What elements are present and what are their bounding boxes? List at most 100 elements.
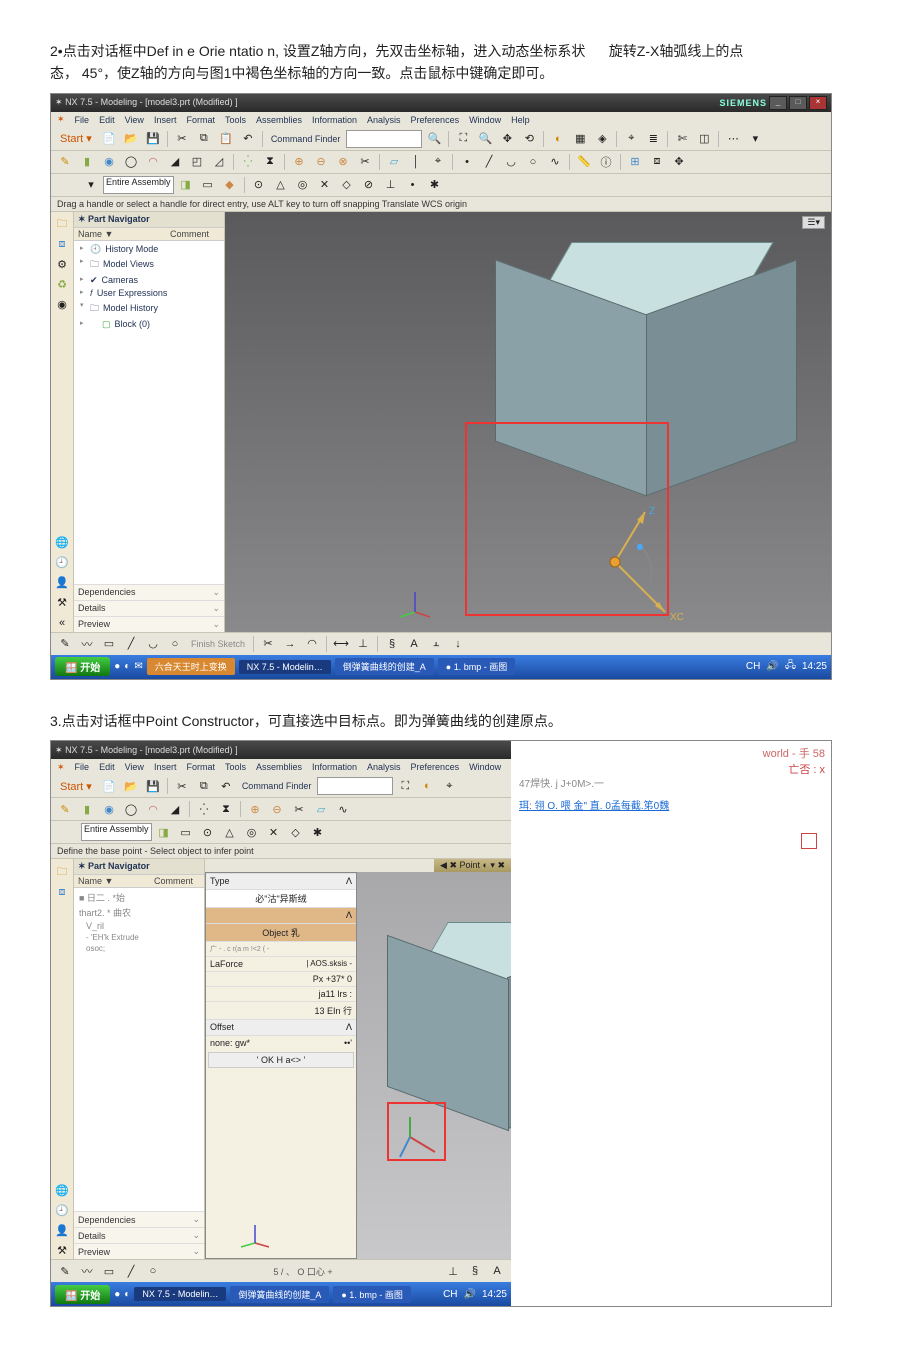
asm-add-icon[interactable]: ⊞ (625, 152, 645, 172)
text-icon[interactable]: A (404, 634, 424, 654)
sk2d-icon[interactable]: ╱ (121, 1261, 141, 1281)
menu-assemblies[interactable]: Assemblies (256, 115, 302, 125)
menu2-tools[interactable]: Tools (225, 762, 246, 772)
view-pan-icon[interactable]: ✥ (497, 129, 517, 149)
chamfer-icon[interactable]: ◢ (165, 152, 185, 172)
menu2-information[interactable]: Information (312, 762, 357, 772)
arc-icon[interactable]: ◡ (501, 152, 521, 172)
menu2-format[interactable]: Format (186, 762, 215, 772)
task2-bmp[interactable]: ● 1. bmp - 画图 (333, 1286, 410, 1303)
nav-reuse-icon[interactable]: ♻ (53, 276, 71, 294)
save2-icon[interactable]: 💾 (143, 776, 163, 796)
mirror2-icon[interactable]: ⧗ (216, 799, 236, 819)
sel-body-icon[interactable]: ◆ (220, 175, 240, 195)
tray2-lang[interactable]: CH (443, 1289, 457, 1300)
tree-model-history[interactable]: 🗀Model History (78, 300, 220, 318)
hole2-icon[interactable]: ◯ (121, 799, 141, 819)
menu2-file[interactable]: File (75, 762, 90, 772)
view-zoom-icon[interactable]: 🔍 (475, 129, 495, 149)
more-icon[interactable]: ⋯ (723, 129, 743, 149)
tray2-vol[interactable]: 🔊 (464, 1289, 476, 1300)
command-finder-input-2[interactable] (317, 777, 393, 795)
start-button-win-2[interactable]: 🪟 开始 (55, 1285, 110, 1304)
menu-window[interactable]: Window (469, 115, 501, 125)
intersect-icon[interactable]: ⊗ (333, 152, 353, 172)
revolve2-icon[interactable]: ◉ (99, 799, 119, 819)
extrude-icon[interactable]: ▮ (77, 152, 97, 172)
open-icon[interactable]: 📂 (121, 129, 141, 149)
tree2-a[interactable]: ■ 日二 . *始 (78, 890, 200, 905)
menu-file[interactable]: File (75, 115, 90, 125)
snap-intersect-icon[interactable]: ✕ (315, 175, 335, 195)
blend2-icon[interactable]: ◠ (143, 799, 163, 819)
task-item-1[interactable]: 六合天王时上变换 (147, 658, 235, 675)
nav-hd3d-icon[interactable]: ◉ (53, 296, 71, 314)
command-finder-input[interactable] (346, 130, 422, 148)
start2-button[interactable]: Start ▾ (55, 776, 97, 796)
circle-icon[interactable]: ○ (523, 152, 543, 172)
draft-icon[interactable]: ◿ (209, 152, 229, 172)
profile-tool-icon[interactable]: 〰 (77, 634, 97, 654)
undo2-icon[interactable]: ↶ (216, 776, 236, 796)
fillet-icon[interactable]: ◠ (302, 634, 322, 654)
tray-lang-icon[interactable]: CH (746, 661, 760, 672)
new2-icon[interactable]: 📄 (99, 776, 119, 796)
window-list-icon[interactable]: ▾ (745, 129, 765, 149)
view2-fit-icon[interactable]: ⛶ (395, 776, 415, 796)
asm-move-icon[interactable]: ✥ (669, 152, 689, 172)
nav-part-icon[interactable]: 🗀 (53, 216, 71, 234)
nav2-sys-icon[interactable]: ⚒ (53, 1241, 71, 1259)
unite-icon[interactable]: ⊕ (289, 152, 309, 172)
nav2-col-comment[interactable]: Comment (150, 875, 204, 887)
snap-point-icon[interactable]: • (403, 175, 423, 195)
snap2-center-icon[interactable]: ◎ (242, 822, 262, 842)
nav-assembly-icon[interactable]: ⧈ (53, 236, 71, 254)
sk2g-icon[interactable]: § (465, 1261, 485, 1281)
subtract2-icon[interactable]: ⊖ (267, 799, 287, 819)
section2-det[interactable]: Details⌄ (74, 1227, 204, 1243)
snap2-int-icon[interactable]: ✕ (264, 822, 284, 842)
menu-information[interactable]: Information (312, 115, 357, 125)
pd-ok-button[interactable]: ' OK H a<> ' (208, 1052, 354, 1068)
open2-icon[interactable]: 📂 (121, 776, 141, 796)
pattern-icon[interactable]: ⁛ (238, 152, 258, 172)
ql2-2[interactable]: ◐ (124, 1289, 130, 1300)
start-button-win[interactable]: 🪟 开始 (55, 657, 110, 676)
dim-icon[interactable]: ⟷ (331, 634, 351, 654)
nav2-web-icon[interactable]: 🌐 (53, 1181, 71, 1199)
copy2-icon[interactable]: ⧉ (194, 776, 214, 796)
pd-y[interactable]: ja11 lrs : (206, 986, 356, 1001)
tree-history-mode[interactable]: 🕘History Mode (78, 243, 220, 256)
cut2-icon[interactable]: ✂ (172, 776, 192, 796)
menu-help[interactable]: Help (511, 115, 530, 125)
snap2-end-icon[interactable]: ⊙ (198, 822, 218, 842)
nav-system-icon[interactable]: ⚒ (53, 594, 71, 612)
undo-icon[interactable]: ↶ (238, 129, 258, 149)
menu2-window[interactable]: Window (469, 762, 501, 772)
section-dependencies[interactable]: Dependencies⌄ (74, 584, 224, 600)
menu2-edit[interactable]: Edit (99, 762, 115, 772)
circle-tool-icon[interactable]: ○ (165, 634, 185, 654)
wireframe-icon[interactable]: ▦ (570, 129, 590, 149)
menu-format[interactable]: Format (186, 115, 215, 125)
menu-view[interactable]: View (125, 115, 144, 125)
sk2h-icon[interactable]: A (487, 1261, 507, 1281)
task-item-2[interactable]: NX 7.5 - Modelin… (239, 660, 331, 674)
nav-browser-icon[interactable]: 🌐 (53, 534, 71, 552)
sel2-edge-icon[interactable]: ▭ (176, 822, 196, 842)
shaded-icon[interactable]: ◐ (548, 129, 568, 149)
sk2c-icon[interactable]: ▭ (99, 1261, 119, 1281)
snap-any-icon[interactable]: ✱ (425, 175, 445, 195)
line-icon[interactable]: ╱ (479, 152, 499, 172)
pd-offset[interactable]: Offsetᐱ (206, 1019, 356, 1035)
task2-doc[interactable]: 倒弹簧曲线的创建_A (230, 1286, 329, 1303)
sk2a-icon[interactable]: ✎ (55, 1261, 75, 1281)
viewport-options-icon[interactable]: ☰▾ (802, 216, 825, 229)
task-item-4[interactable]: ● 1. bmp - 画图 (438, 658, 515, 675)
quicklaunch-icon-3[interactable]: ✉ (134, 661, 142, 672)
nav2-hist-icon[interactable]: 🕘 (53, 1201, 71, 1219)
sel-edge-icon[interactable]: ▭ (198, 175, 218, 195)
hole-icon[interactable]: ◯ (121, 152, 141, 172)
paste-icon[interactable]: 📋 (216, 129, 236, 149)
menu-preferences[interactable]: Preferences (411, 115, 460, 125)
